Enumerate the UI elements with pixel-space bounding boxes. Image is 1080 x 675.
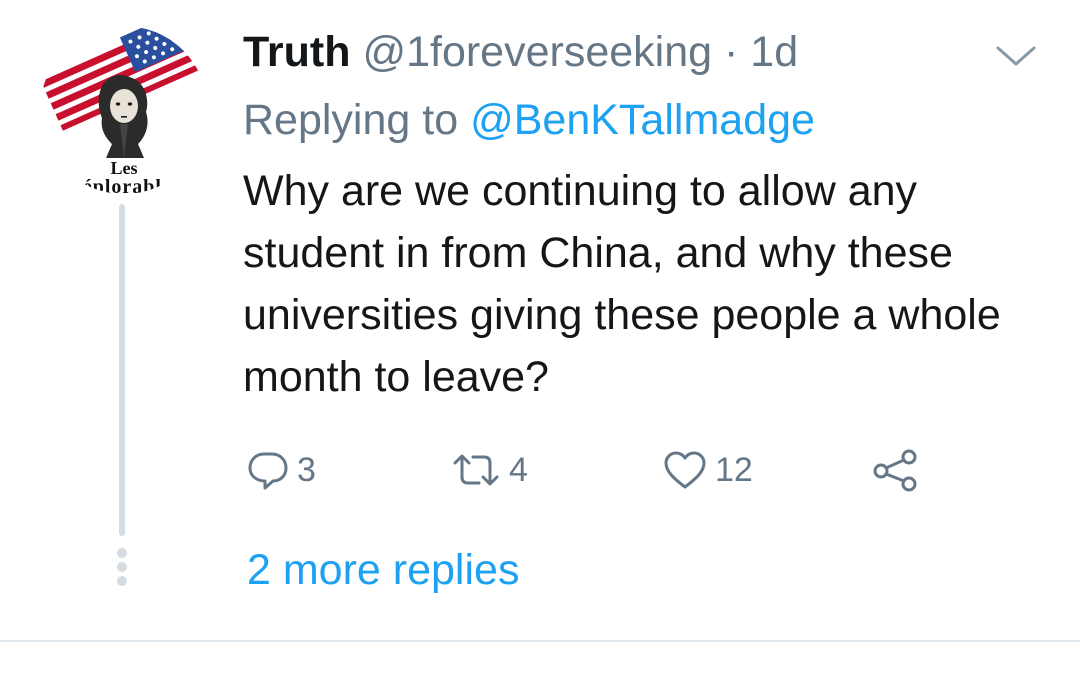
avatar[interactable]: Les Déplorables xyxy=(40,26,208,194)
retweet-count: 4 xyxy=(509,450,528,489)
share-icon xyxy=(873,449,917,492)
tweet-timestamp[interactable]: 1d xyxy=(750,28,798,76)
thread-line xyxy=(119,204,125,536)
thread-dots xyxy=(116,548,128,590)
replying-to-mention[interactable]: @BenKTallmadge xyxy=(470,96,815,144)
replying-to: Replying to @BenKTallmadge xyxy=(243,92,815,148)
thread-dot xyxy=(117,548,127,558)
tweet-actions: 3 4 12 xyxy=(243,440,963,500)
reply-icon xyxy=(248,452,288,490)
share-button[interactable] xyxy=(871,440,927,500)
thread-dot xyxy=(117,562,127,572)
like-button[interactable]: 12 xyxy=(663,440,753,500)
avatar-caption-line2: Déplorables xyxy=(67,176,181,194)
chevron-down-icon xyxy=(996,46,1036,66)
tweet-divider xyxy=(0,640,1080,642)
thread-dot xyxy=(117,576,127,586)
tweet-text: Why are we continuing to allow any stude… xyxy=(243,167,1001,401)
tweet-header: Truth @1foreverseeking · 1d xyxy=(243,24,798,80)
more-replies-link[interactable]: 2 more replies xyxy=(247,540,519,600)
retweet-icon xyxy=(453,454,499,486)
reply-count: 3 xyxy=(297,450,316,489)
replying-to-label: Replying to xyxy=(243,96,459,144)
display-name[interactable]: Truth xyxy=(243,28,350,76)
retweet-button[interactable]: 4 xyxy=(451,440,528,500)
like-count: 12 xyxy=(715,450,753,489)
tweet-menu-button[interactable] xyxy=(992,40,1040,72)
heart-icon xyxy=(664,451,706,489)
user-handle[interactable]: @1foreverseeking xyxy=(362,28,712,76)
header-separator: · xyxy=(724,28,739,76)
reply-button[interactable]: 3 xyxy=(247,440,316,500)
